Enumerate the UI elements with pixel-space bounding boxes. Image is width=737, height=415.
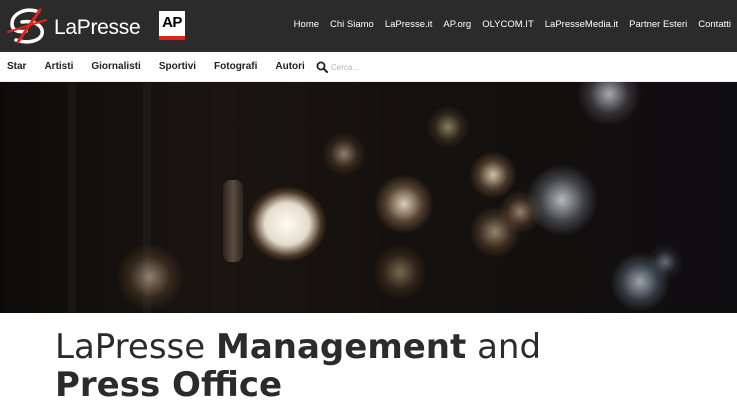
ap-logo-stripe — [159, 36, 185, 40]
category-link-artisti[interactable]: Artisti — [44, 61, 73, 72]
category-link-giornalisti[interactable]: Giornalisti — [91, 61, 140, 72]
category-link-autori[interactable]: Autori — [275, 61, 304, 72]
hero-image — [0, 82, 737, 313]
category-link-star[interactable]: Star — [7, 61, 26, 72]
ap-logo[interactable]: AP — [159, 11, 185, 40]
nav-link-contatti[interactable]: Contatti — [698, 19, 731, 30]
nav-link-olycom[interactable]: OLYCOM.IT — [482, 19, 534, 30]
hero-light-streak — [68, 82, 76, 313]
nav-link-home[interactable]: Home — [294, 19, 319, 30]
page-title-part: and — [466, 327, 542, 367]
category-link-sportivi[interactable]: Sportivi — [159, 61, 196, 72]
category-navigation: Star Artisti Giornalisti Sportivi Fotogr… — [7, 61, 305, 72]
lapresse-logo-mark-icon — [7, 8, 47, 44]
hero-light-streak — [143, 82, 151, 313]
search-input[interactable] — [331, 59, 451, 75]
nav-link-partner-esteri[interactable]: Partner Esteri — [629, 19, 687, 30]
page-title-part: LaPresse — [55, 327, 216, 367]
nav-link-ap-org[interactable]: AP.org — [443, 19, 471, 30]
ap-logo-text: AP — [162, 14, 182, 31]
bulb-socket — [223, 180, 243, 262]
nav-link-lapressemedia[interactable]: LaPresseMedia.it — [545, 19, 618, 30]
page-title-part: Management — [216, 327, 467, 367]
page-title: LaPresse Management and Press Office — [55, 328, 695, 404]
category-link-fotografi[interactable]: Fotografi — [214, 61, 257, 72]
page-title-part: Press Office — [55, 365, 283, 405]
top-header-bar: LaPresse AP Home Chi Siamo LaPresse.it A… — [0, 0, 737, 52]
logo-text: LaPresse — [54, 16, 141, 39]
nav-link-chi-siamo[interactable]: Chi Siamo — [330, 19, 374, 30]
search-icon[interactable] — [316, 61, 328, 73]
nav-link-lapresse-it[interactable]: LaPresse.it — [385, 19, 433, 30]
lapresse-logo[interactable]: LaPresse — [6, 6, 141, 46]
top-navigation: Home Chi Siamo LaPresse.it AP.org OLYCOM… — [294, 19, 731, 30]
